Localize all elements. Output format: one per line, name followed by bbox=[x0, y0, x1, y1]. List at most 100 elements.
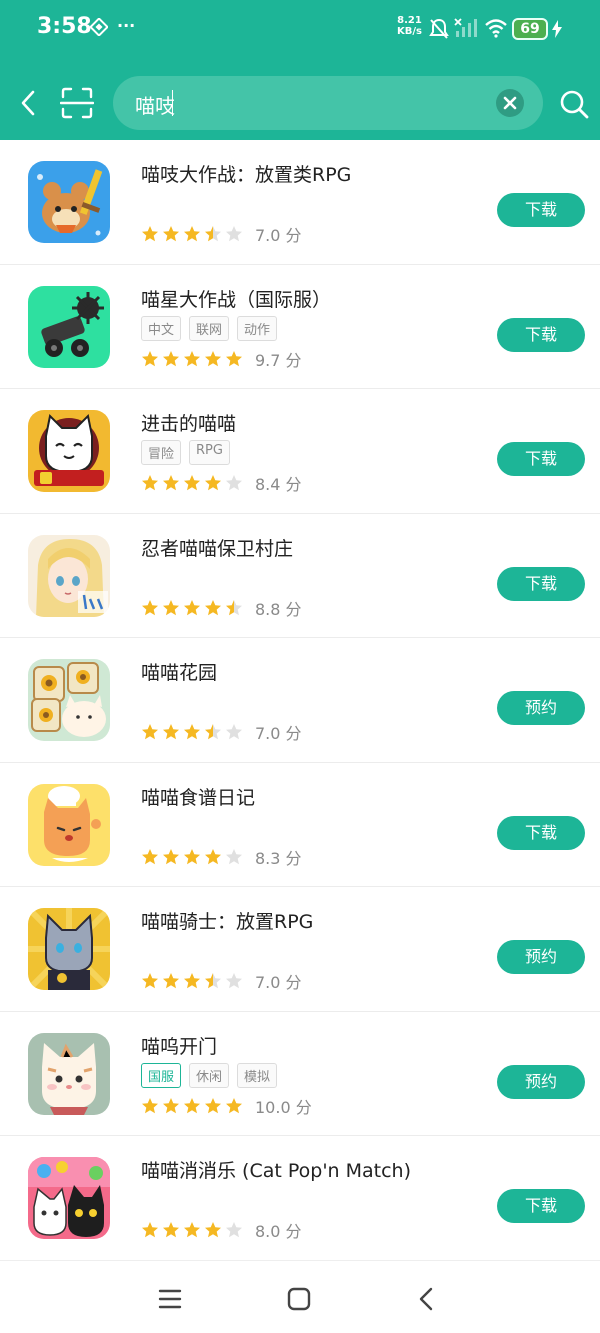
app-name[interactable]: 喵喵骑士：放置RPG bbox=[141, 907, 313, 934]
system-back-button[interactable] bbox=[413, 1285, 441, 1313]
list-item[interactable]: 喵喵食谱日记 8.3 分 下载 bbox=[0, 763, 600, 887]
star-icon bbox=[163, 226, 179, 242]
download-button[interactable]: 下载 bbox=[497, 317, 585, 352]
app-name[interactable]: 喵喵消消乐 (Cat Pop'n Match) bbox=[141, 1156, 411, 1183]
star-icon bbox=[226, 724, 242, 740]
app-name[interactable]: 喵星大作战（国际服） bbox=[141, 285, 331, 312]
sunflower-tiles-cat-icon[interactable] bbox=[28, 659, 110, 741]
list-item[interactable]: 进击的喵喵 冒险 RPG 8.4 分 下载 bbox=[0, 389, 600, 514]
list-item[interactable]: 喵喵花园 7.0 分 预约 bbox=[0, 638, 600, 763]
star-icon bbox=[226, 848, 242, 864]
list-item[interactable]: 喵星大作战（国际服） 中文 联网 动作 9.7 分 下载 bbox=[0, 265, 600, 389]
star-icon bbox=[142, 599, 158, 615]
wifi-icon bbox=[484, 18, 508, 42]
hamster-warrior-icon[interactable] bbox=[28, 161, 110, 243]
download-button[interactable]: 下载 bbox=[497, 815, 585, 850]
square-icon bbox=[287, 1287, 311, 1311]
tag: 休闲 bbox=[189, 1062, 230, 1088]
score-label: 7.0 分 bbox=[255, 973, 302, 992]
star-rating bbox=[141, 848, 243, 866]
star-icon bbox=[163, 724, 179, 740]
star-icon bbox=[226, 350, 242, 366]
search-results-list: 喵吱大作战：放置类RPG 7.0 分 下载 喵星大作战（国际服） 中文 联网 动… bbox=[0, 140, 600, 1261]
score-label: 7.0 分 bbox=[255, 724, 302, 743]
list-item[interactable]: 忍者喵喵保卫村庄 8.8 分 下载 bbox=[0, 514, 600, 638]
download-button[interactable]: 下载 bbox=[497, 193, 585, 227]
search-query[interactable]: 喵吱 bbox=[135, 90, 175, 119]
tag: 联网 bbox=[189, 315, 230, 341]
star-icon bbox=[163, 848, 179, 864]
star-rating bbox=[141, 350, 243, 368]
menu-lines-icon bbox=[158, 1289, 182, 1309]
star-icon bbox=[184, 599, 200, 615]
list-item[interactable]: 喵吱大作战：放置类RPG 7.0 分 下载 bbox=[0, 140, 600, 265]
rating: 7.0 分 bbox=[141, 222, 302, 246]
rating: 8.8 分 bbox=[141, 596, 302, 620]
rating: 10.0 分 bbox=[141, 1094, 312, 1118]
cute-cat-icon[interactable] bbox=[28, 1032, 110, 1115]
app-name[interactable]: 喵喵花园 bbox=[141, 658, 217, 685]
mute-bell-icon bbox=[429, 18, 449, 44]
home-button[interactable] bbox=[285, 1285, 313, 1313]
star-rating bbox=[141, 723, 243, 741]
back-button[interactable] bbox=[14, 86, 42, 120]
app-header: 3:58 ··· 8.21 KB/s 69 喵吱 bbox=[0, 0, 600, 140]
download-button[interactable]: 下载 bbox=[497, 442, 585, 476]
vpn-icon bbox=[89, 17, 109, 40]
list-item[interactable]: 喵喵骑士：放置RPG 7.0 分 预约 bbox=[0, 887, 600, 1012]
clear-search-button[interactable] bbox=[496, 89, 524, 117]
reserve-button[interactable]: 预约 bbox=[497, 940, 585, 974]
download-button[interactable]: 下载 bbox=[497, 1189, 585, 1223]
download-button[interactable]: 下载 bbox=[497, 566, 585, 601]
star-icon bbox=[226, 475, 242, 491]
app-name[interactable]: 忍者喵喵保卫村庄 bbox=[141, 534, 293, 561]
anime-girl-1st-anniv-icon[interactable] bbox=[28, 534, 110, 617]
reserve-button[interactable]: 预约 bbox=[497, 1064, 585, 1099]
star-icon bbox=[184, 724, 200, 740]
tag-list: 国服 休闲 模拟 bbox=[141, 1062, 278, 1088]
search-input[interactable]: 喵吱 bbox=[113, 76, 543, 130]
score-label: 8.0 分 bbox=[255, 1222, 302, 1241]
status-bar: 3:58 ··· 8.21 KB/s 69 bbox=[0, 0, 600, 60]
list-item[interactable]: 喵呜开门 国服 休闲 模拟 10.0 分 预约 bbox=[0, 1012, 600, 1136]
chef-cat-icon[interactable] bbox=[28, 783, 110, 866]
star-icon bbox=[226, 1222, 242, 1238]
star-rating bbox=[141, 599, 243, 617]
star-icon bbox=[205, 1097, 221, 1113]
tag-list: 冒险 RPG bbox=[141, 440, 230, 465]
star-icon bbox=[184, 226, 200, 242]
rating: 8.3 分 bbox=[141, 845, 302, 869]
star-icon bbox=[226, 226, 242, 242]
app-name[interactable]: 喵喵食谱日记 bbox=[141, 783, 255, 810]
star-icon bbox=[142, 1097, 158, 1113]
tag: 动作 bbox=[237, 315, 278, 341]
star-rating bbox=[141, 1097, 243, 1115]
app-name[interactable]: 进击的喵喵 bbox=[141, 409, 236, 436]
search-button[interactable] bbox=[558, 88, 590, 120]
star-icon bbox=[226, 973, 242, 989]
signal-icon bbox=[454, 18, 478, 42]
star-icon bbox=[142, 226, 158, 242]
star-icon bbox=[163, 1097, 179, 1113]
cat-pop-match-icon[interactable] bbox=[28, 1157, 110, 1239]
star-icon bbox=[163, 599, 179, 615]
star-icon bbox=[163, 475, 179, 491]
white-cat-6th-anniversary-icon[interactable] bbox=[28, 410, 110, 492]
star-icon bbox=[184, 848, 200, 864]
app-name[interactable]: 喵呜开门 bbox=[141, 1032, 217, 1059]
cannon-cart-icon[interactable] bbox=[28, 285, 110, 368]
reserve-button[interactable]: 预约 bbox=[497, 691, 585, 725]
system-nav-bar bbox=[0, 1260, 600, 1333]
battery-indicator: 69 bbox=[512, 18, 548, 40]
knight-cat-icon[interactable] bbox=[28, 908, 110, 990]
list-item[interactable]: 喵喵消消乐 (Cat Pop'n Match) 8.0 分 下载 bbox=[0, 1136, 600, 1261]
recents-button[interactable] bbox=[156, 1285, 184, 1313]
star-icon bbox=[184, 1222, 200, 1238]
star-rating bbox=[141, 972, 243, 990]
scan-button[interactable] bbox=[59, 86, 95, 120]
rating: 7.0 分 bbox=[141, 720, 302, 744]
rating: 9.7 分 bbox=[141, 347, 302, 371]
star-icon bbox=[205, 475, 221, 491]
app-name[interactable]: 喵吱大作战：放置类RPG bbox=[141, 160, 351, 187]
rating: 8.0 分 bbox=[141, 1218, 302, 1242]
